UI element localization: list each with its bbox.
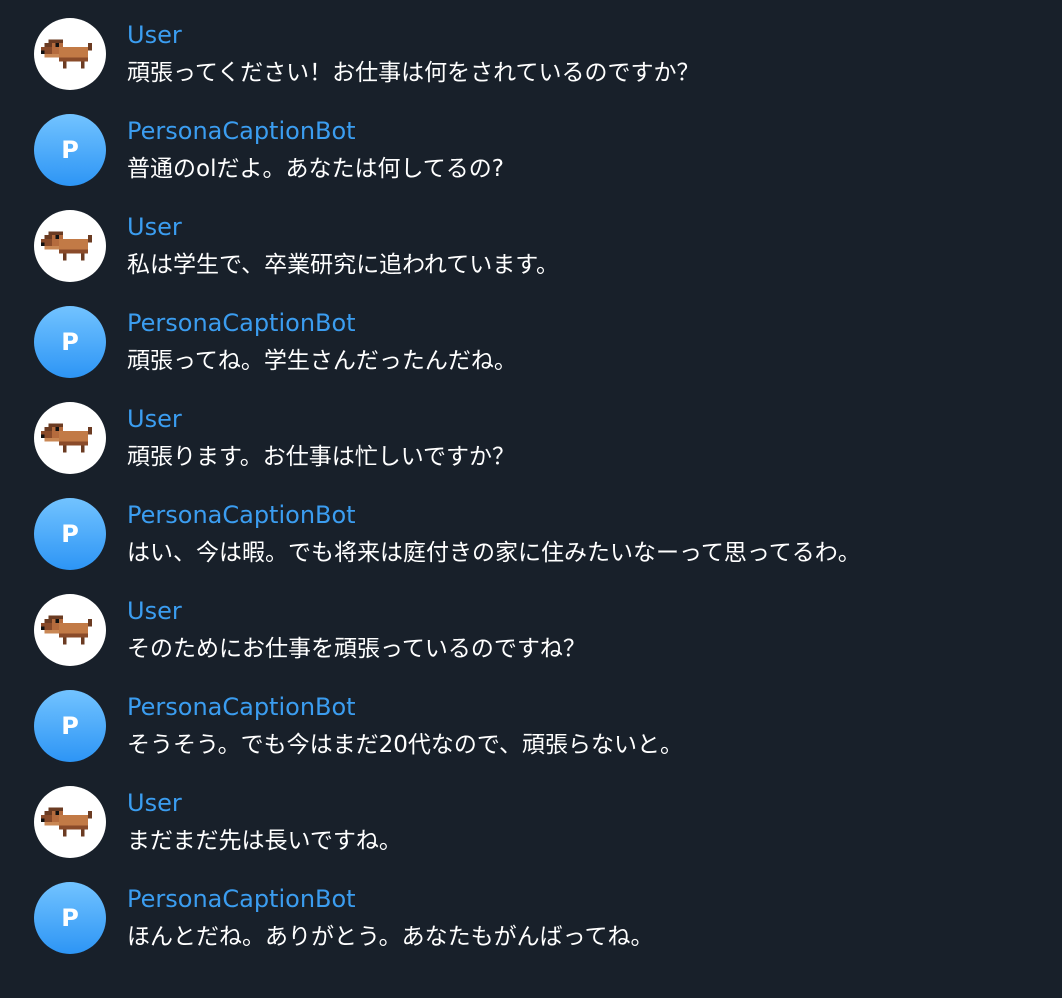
message-row: User 頑張ってください！お仕事は何をされているのですか？ (0, 18, 1062, 114)
message-content: User 私は学生で、卒業研究に追われています。 (127, 210, 559, 281)
message-sender[interactable]: PersonaCaptionBot (127, 501, 861, 529)
message-row: P PersonaCaptionBot 頑張ってね。学生さんだったんだね。 (0, 306, 1062, 402)
message-sender[interactable]: User (127, 21, 699, 49)
message-text: 普通のolだよ。あなたは何してるの? (127, 156, 504, 182)
message-content: PersonaCaptionBot はい、今は暇。でも将来は庭付きの家に住みたい… (127, 498, 861, 569)
message-content: PersonaCaptionBot そうそう。でも今はまだ20代なので、頑張らな… (127, 690, 683, 761)
message-sender[interactable]: User (127, 597, 586, 625)
message-row: User 頑張ります。お仕事は忙しいですか？ (0, 402, 1062, 498)
dog-avatar-icon (41, 231, 92, 261)
message-content: User 頑張ります。お仕事は忙しいですか？ (127, 402, 515, 473)
dog-avatar-icon (41, 615, 92, 645)
message-sender[interactable]: PersonaCaptionBot (127, 309, 517, 337)
message-row: P PersonaCaptionBot はい、今は暇。でも将来は庭付きの家に住み… (0, 498, 1062, 594)
message-content: PersonaCaptionBot ほんとだね。ありがとう。あなたもがんばってね… (127, 882, 653, 953)
message-row: P PersonaCaptionBot 普通のolだよ。あなたは何してるの? (0, 114, 1062, 210)
message-text: 頑張ってください！お仕事は何をされているのですか？ (127, 60, 700, 86)
user-avatar[interactable] (34, 594, 106, 666)
message-content: PersonaCaptionBot 普通のolだよ。あなたは何してるの? (127, 114, 504, 185)
message-text: ほんとだね。ありがとう。あなたもがんばってね。 (127, 924, 654, 950)
message-row: P PersonaCaptionBot そうそう。でも今はまだ20代なので、頑張… (0, 690, 1062, 786)
message-content: User 頑張ってください！お仕事は何をされているのですか？ (127, 18, 699, 89)
message-content: PersonaCaptionBot 頑張ってね。学生さんだったんだね。 (127, 306, 517, 377)
message-content: User まだまだ先は長いですね。 (127, 786, 402, 857)
user-avatar[interactable] (34, 786, 106, 858)
bot-avatar[interactable]: P (34, 690, 106, 762)
message-sender[interactable]: User (127, 789, 402, 817)
message-sender[interactable]: PersonaCaptionBot (127, 117, 504, 145)
bot-avatar[interactable]: P (34, 114, 106, 186)
message-text: まだまだ先は長いですね。 (127, 828, 402, 854)
message-text: 頑張ってね。学生さんだったんだね。 (127, 348, 517, 374)
chat-history: User 頑張ってください！お仕事は何をされているのですか？ P Persona… (0, 0, 1062, 998)
message-text: そうそう。でも今はまだ20代なので、頑張らないと。 (127, 732, 683, 758)
message-text: 私は学生で、卒業研究に追われています。 (127, 252, 559, 278)
message-row: P PersonaCaptionBot ほんとだね。ありがとう。あなたもがんばっ… (0, 882, 1062, 978)
message-sender[interactable]: PersonaCaptionBot (127, 885, 653, 913)
user-avatar[interactable] (34, 402, 106, 474)
message-row: User そのためにお仕事を頑張っているのですね？ (0, 594, 1062, 690)
dog-avatar-icon (41, 423, 92, 453)
bot-avatar[interactable]: P (34, 498, 106, 570)
message-text: はい、今は暇。でも将来は庭付きの家に住みたいなーって思ってるわ。 (127, 540, 861, 566)
dog-avatar-icon (41, 807, 92, 837)
bot-avatar[interactable]: P (34, 306, 106, 378)
dog-avatar-icon (41, 39, 92, 69)
message-sender[interactable]: User (127, 405, 515, 433)
message-row: User 私は学生で、卒業研究に追われています。 (0, 210, 1062, 306)
user-avatar[interactable] (34, 210, 106, 282)
message-text: そのためにお仕事を頑張っているのですね？ (127, 636, 586, 662)
bot-avatar[interactable]: P (34, 882, 106, 954)
user-avatar[interactable] (34, 18, 106, 90)
message-content: User そのためにお仕事を頑張っているのですね？ (127, 594, 586, 665)
message-row: User まだまだ先は長いですね。 (0, 786, 1062, 882)
message-sender[interactable]: PersonaCaptionBot (127, 693, 683, 721)
message-text: 頑張ります。お仕事は忙しいですか？ (127, 444, 516, 470)
message-sender[interactable]: User (127, 213, 559, 241)
